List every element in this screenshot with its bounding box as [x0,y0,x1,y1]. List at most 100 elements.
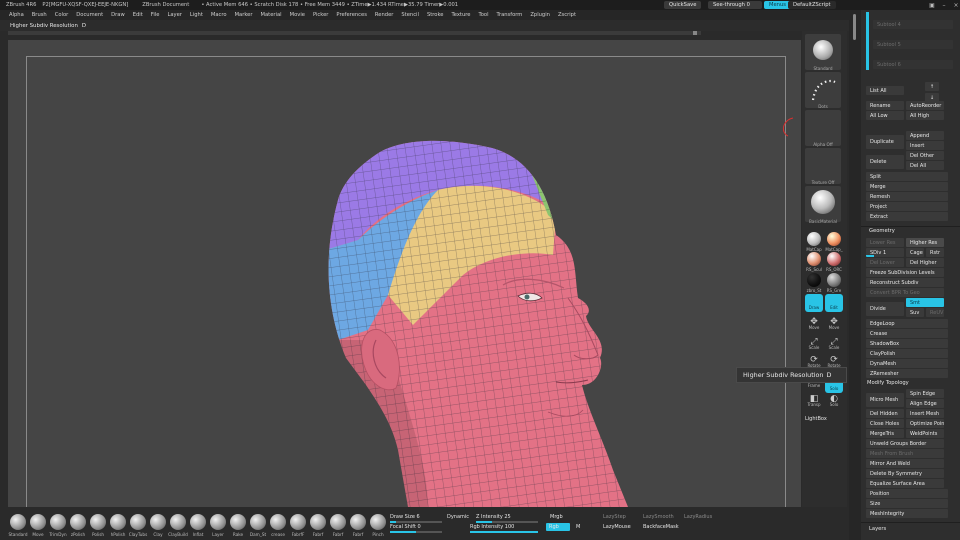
del-other-button[interactable]: Del Other [906,151,944,160]
menu-draw[interactable]: Draw [111,12,125,18]
menu-alpha[interactable]: Alpha [9,12,24,18]
matcap-icon[interactable] [807,232,821,246]
menu-stencil[interactable]: Stencil [401,12,419,18]
mrgb-toggle[interactable]: Mrgb [550,513,570,521]
lazysmooth-slider[interactable]: LazySmooth [643,513,679,521]
subtool-4[interactable]: Subtool 4 [873,20,953,29]
del-lower-button[interactable]: Del Lower [866,258,904,267]
brush-fabrf-2-icon[interactable] [330,514,346,530]
rs-scul-material-icon[interactable] [807,252,821,266]
minimize-window-icon[interactable]: – [939,1,949,9]
spin-edge-button[interactable]: Spin Edge [906,389,944,398]
modify-topology-header[interactable]: Modify Topology [867,380,909,386]
suv-toggle[interactable]: Suv [906,308,924,317]
lower-res-button[interactable]: Lower Res [866,238,904,247]
cage-button[interactable]: Cage [906,248,924,257]
palette-scroll-thumb[interactable] [853,14,856,40]
lightbox-button[interactable]: LightBox [805,416,827,422]
menu-layer[interactable]: Layer [167,12,181,18]
claypolish-button[interactable]: ClayPolish [866,349,948,358]
arrow-up-icon[interactable]: ↑ [925,82,939,91]
restore-window-icon[interactable]: ▣ [927,1,937,9]
align-edge-button[interactable]: Align Edge [906,399,944,408]
equalize-surface-button[interactable]: Equalize Surface Area [866,479,944,488]
split-button[interactable]: Split [866,172,948,181]
edgeloop-button[interactable]: EdgeLoop [866,319,948,328]
autoreorder-button[interactable]: AutoReorder [906,101,944,110]
menu-material[interactable]: Material [261,12,282,18]
draw-mode-button[interactable]: Draw [805,294,823,312]
shadowbox-button[interactable]: ShadowBox [866,339,948,348]
menu-movie[interactable]: Movie [290,12,305,18]
brush-claybuild-icon[interactable] [170,514,186,530]
texture-slot[interactable] [805,148,841,184]
del-higher-button[interactable]: Del Higher [906,258,944,267]
mergetris-button[interactable]: MergeTris [866,429,904,438]
dynamic-toggle[interactable]: Dynamic [447,513,469,521]
brush-fabrf-1-icon[interactable] [310,514,326,530]
rstr-button[interactable]: Rstr [926,248,944,257]
subtool-5[interactable]: Subtool 5 [873,40,953,49]
menu-zscript[interactable]: Zscript [558,12,576,18]
rs-orc-material-icon[interactable] [827,252,841,266]
menu-preferences[interactable]: Preferences [336,12,367,18]
brush-slot[interactable] [805,34,841,70]
strip-handle[interactable] [693,31,697,35]
brush-pinch-icon[interactable] [370,514,386,530]
stroke-slot[interactable] [805,72,841,108]
mesh-from-brush-button[interactable]: Mesh From Brush [866,449,944,458]
subtool-6[interactable]: Subtool 6 [873,60,953,69]
menu-light[interactable]: Light [190,12,203,18]
rename-button[interactable]: Rename [866,101,904,110]
menu-marker[interactable]: Marker [235,12,253,18]
mirror-and-weld-button[interactable]: Mirror And Weld [866,459,944,468]
project-button[interactable]: Project [866,202,948,211]
menu-document[interactable]: Document [76,12,103,18]
all-low-button[interactable]: All Low [866,111,904,120]
zbro-material-icon[interactable] [807,273,821,287]
quicksave-button[interactable]: QuickSave [664,1,702,9]
menu-color[interactable]: Color [55,12,69,18]
meshintegrity-button[interactable]: MeshIntegrity [866,509,948,518]
brush-fabrff-icon[interactable] [290,514,306,530]
brush-zpolish-icon[interactable] [70,514,86,530]
menu-edit[interactable]: Edit [133,12,143,18]
menu-zplugin[interactable]: Zplugin [530,12,550,18]
brush-crease-icon[interactable] [270,514,286,530]
delete-by-symmetry-button[interactable]: Delete By Symmetry [866,469,944,478]
top-shelf-strip[interactable] [8,31,701,35]
optimize-points-button[interactable]: Optimize Points [906,419,944,428]
lazymouse-toggle[interactable]: LazyMouse [603,523,637,531]
brush-layer-icon[interactable] [210,514,226,530]
remesh-button[interactable]: Remesh [866,192,948,201]
z-intensity-slider[interactable]: Z Intensity 25 [476,513,538,523]
divide-button[interactable]: Divide [866,302,904,316]
brush-clay-icon[interactable] [150,514,166,530]
merge-button[interactable]: Merge [866,182,948,191]
menu-tool[interactable]: Tool [478,12,488,18]
menu-file[interactable]: File [151,12,160,18]
unweld-groups-button[interactable]: Unweld Groups Border [866,439,944,448]
menu-texture[interactable]: Texture [451,12,470,18]
lazystep-slider[interactable]: LazyStep [603,513,633,521]
brush-inflat-icon[interactable] [190,514,206,530]
insert-mesh-button[interactable]: Insert Mesh [906,409,944,418]
alpha-slot[interactable] [805,110,841,146]
delete-button[interactable]: Delete [866,155,904,169]
brush-damst-icon[interactable] [250,514,266,530]
append-button[interactable]: Append [906,131,944,140]
geometry-section-header[interactable]: Geometry [869,228,895,234]
micro-mesh-button[interactable]: Micro Mesh [866,393,904,407]
extract-button[interactable]: Extract [866,212,948,221]
rgb-intensity-slider[interactable]: Rgb Intensity 100 [470,523,538,533]
brush-hpolish-icon[interactable] [110,514,126,530]
sdiv-slider[interactable]: SDiv 1 [866,248,904,257]
brush-move-icon[interactable] [30,514,46,530]
brush-trimdyn-icon[interactable] [50,514,66,530]
crease-button[interactable]: Crease [866,329,948,338]
position-button[interactable]: Position [866,489,948,498]
all-high-button[interactable]: All High [906,111,944,120]
m-toggle[interactable]: M [576,523,584,531]
lazyradius-slider[interactable]: LazyRadius [684,513,722,521]
see-through-slider[interactable]: See-through 0 [708,1,762,9]
